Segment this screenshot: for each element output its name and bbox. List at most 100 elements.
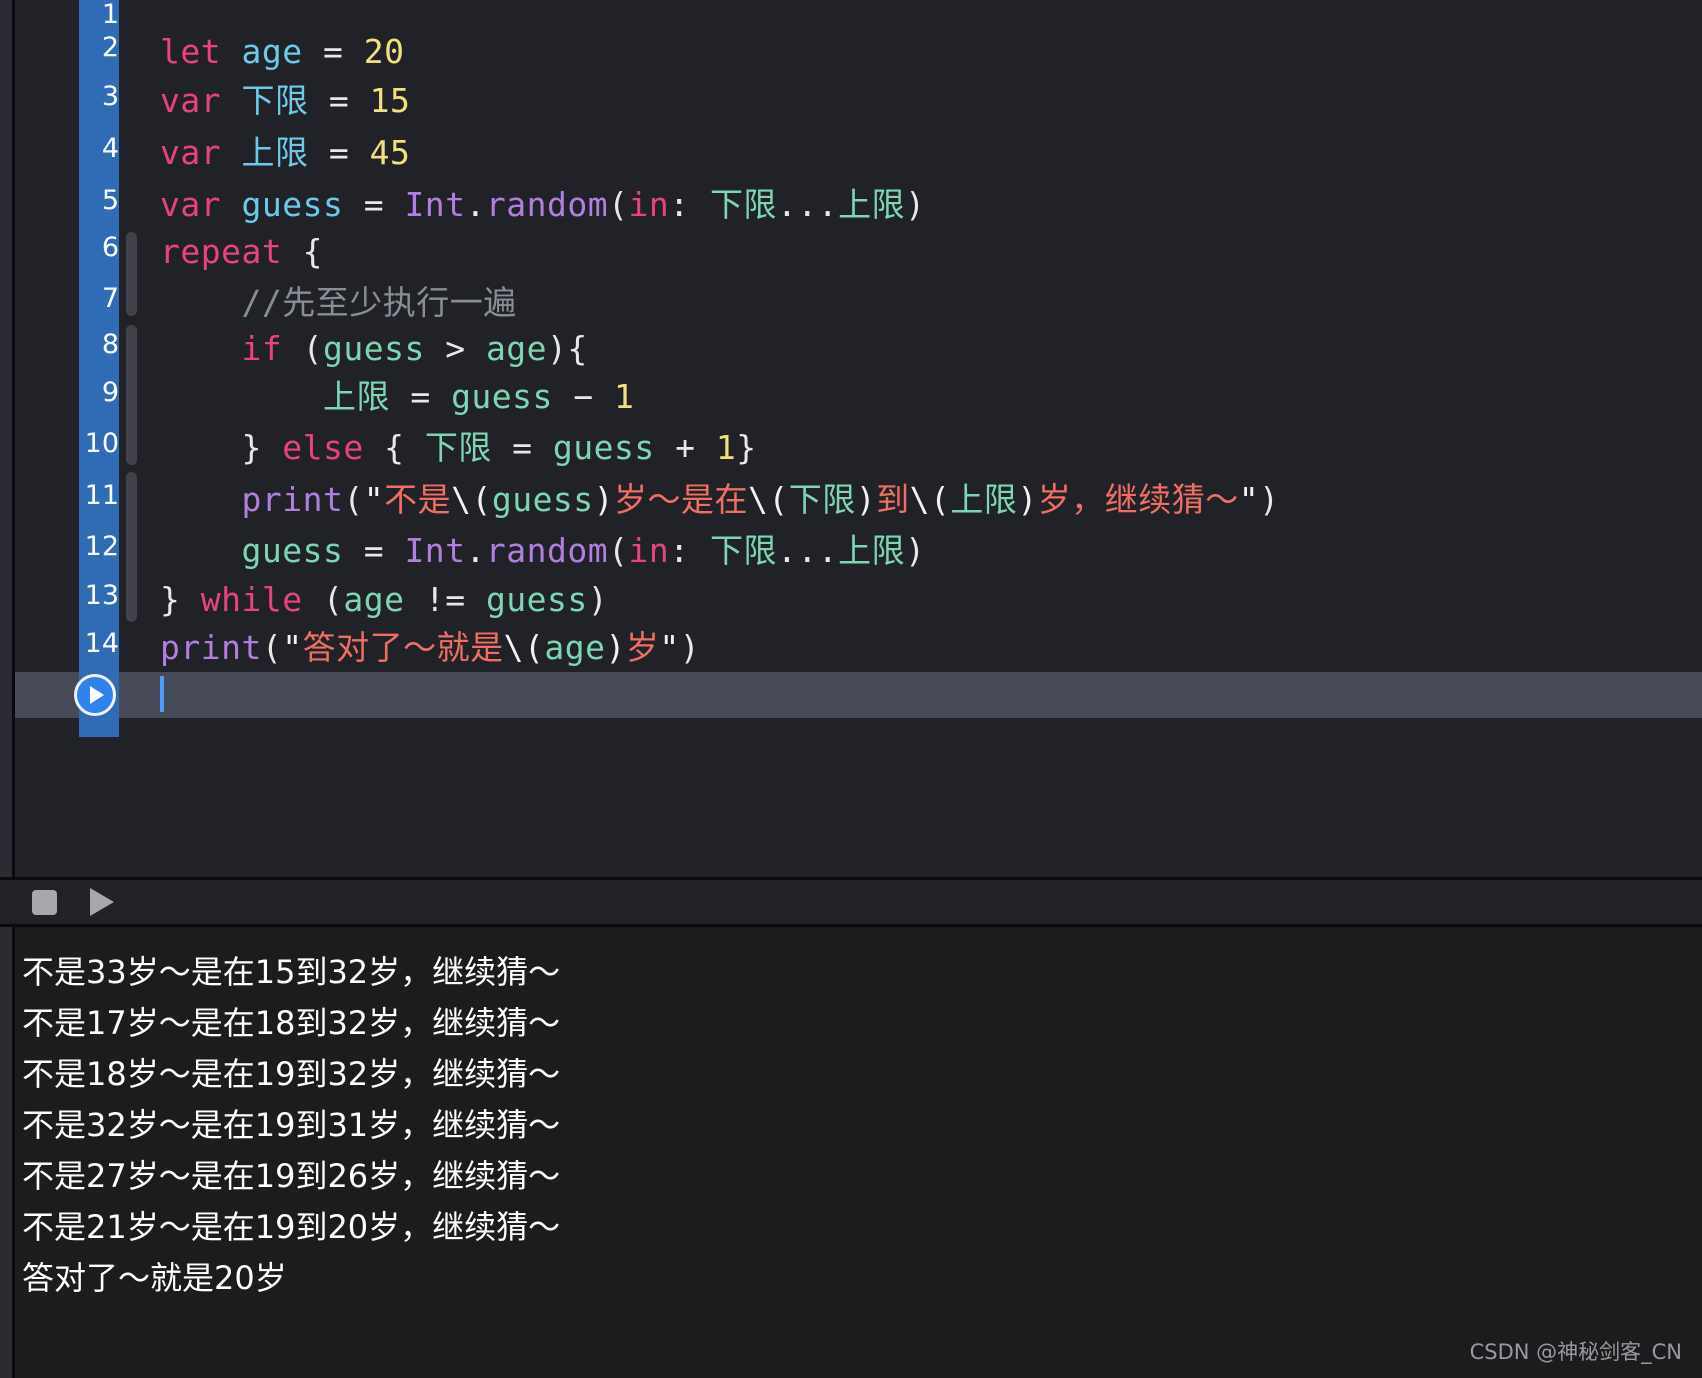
code-token: age [343, 580, 405, 619]
run-playground-button[interactable] [74, 674, 116, 716]
code-token: 下限 [424, 428, 492, 467]
code-token: . [465, 185, 486, 224]
code-token: ... [777, 185, 839, 224]
code-token: = [343, 185, 405, 224]
code-token: guess [552, 428, 655, 467]
code-token: 1 [715, 428, 737, 467]
code-token: " [659, 628, 680, 667]
code-line[interactable]: let age = 20 [160, 33, 404, 71]
code-token: } [736, 428, 757, 467]
code-token: print [160, 628, 262, 667]
line-number: 9 [101, 377, 119, 408]
code-token: ( [261, 628, 283, 667]
code-token: age [241, 32, 303, 71]
code-token: Int [404, 185, 466, 224]
code-token: age [544, 628, 606, 667]
code-line[interactable]: if (guess > age){ [160, 330, 588, 368]
console-left-edge [0, 927, 12, 1378]
line-number: 8 [101, 329, 119, 360]
code-token: " [1238, 480, 1260, 519]
code-token: 岁〜是在 [614, 480, 749, 519]
code-token: ) [593, 480, 615, 519]
line-number: 1 [101, 0, 119, 30]
code-token: //先至少执行一遍 [160, 283, 517, 322]
code-token: 上限 [838, 185, 906, 224]
line-number: 6 [101, 232, 119, 263]
console-output-list: 不是33岁〜是在15到32岁，继续猜〜 不是17岁〜是在18到32岁，继续猜〜 不是… [22, 947, 1702, 1304]
code-token: Int [404, 531, 466, 570]
code-line[interactable]: 上限 = guess − 1 [160, 378, 634, 416]
code-fold-indicator[interactable] [126, 325, 137, 465]
code-token: : [669, 185, 711, 224]
code-token: ){ [547, 329, 588, 368]
code-line[interactable]: } else { 下限 = guess + 1} [160, 429, 757, 467]
code-token: > [424, 329, 486, 368]
code-line[interactable]: print("不是\(guess)岁〜是在\(下限)到\(上限)岁，继续猜〜") [160, 481, 1280, 519]
code-token: 下限 [788, 480, 856, 519]
code-token: var [160, 185, 242, 224]
code-token: in [628, 185, 670, 224]
code-token: if [241, 329, 283, 368]
code-token: 答对了〜就是 [302, 628, 504, 667]
code-token: 不是 [384, 480, 452, 519]
code-token: " [363, 480, 385, 519]
code-token: while [200, 580, 303, 619]
code-line[interactable]: guess = Int.random(in: 下限...上限) [160, 532, 926, 570]
line-number: 10 [84, 428, 119, 459]
code-token: guess [451, 377, 553, 416]
console-output-line: 答对了〜就是20岁 [22, 1259, 287, 1297]
code-token: = [308, 81, 370, 120]
line-number: 13 [84, 580, 119, 611]
code-line[interactable]: var 上限 = 45 [160, 134, 410, 172]
code-token: = [491, 428, 553, 467]
code-fold-indicator[interactable] [126, 232, 137, 316]
code-token: 上限 [241, 133, 309, 172]
stop-square-icon[interactable] [32, 889, 57, 915]
code-token: != [404, 580, 486, 619]
code-token: 上限 [950, 480, 1018, 519]
code-token: + [654, 428, 716, 467]
code-token: = [343, 531, 405, 570]
code-token: 下限 [241, 81, 309, 120]
code-token: 到 [876, 480, 910, 519]
code-token: var [160, 133, 242, 172]
code-editor-pane[interactable]: 1 2 3 4 5 6 7 8 9 10 11 12 13 14 let age = 20 var 下限 =… [0, 0, 1702, 877]
code-fold-indicator[interactable] [126, 472, 137, 622]
code-token: 岁 [625, 628, 660, 667]
code-token: ) [905, 185, 926, 224]
code-token: = [389, 377, 452, 416]
editor-left-border [12, 0, 15, 877]
code-line[interactable]: print("答对了〜就是\(age)岁") [160, 629, 700, 667]
console-output-line: 不是21岁〜是在19到20岁，继续猜〜 [22, 1208, 561, 1246]
code-token: 45 [369, 133, 411, 172]
code-token: ( [608, 531, 629, 570]
code-line[interactable]: } while (age != guess) [160, 581, 608, 619]
code-token: { [363, 428, 425, 467]
code-line[interactable]: repeat { [160, 233, 323, 271]
code-token: else [282, 428, 364, 467]
code-token: \( [909, 480, 951, 519]
code-token: guess [241, 531, 344, 570]
code-token: 下限 [710, 185, 778, 224]
code-token: ) [679, 628, 701, 667]
code-token: 15 [369, 81, 411, 120]
active-line-highlight [15, 672, 1702, 718]
window-left-edge [0, 0, 12, 877]
code-token: − [552, 377, 615, 416]
code-line[interactable]: //先至少执行一遍 [160, 284, 517, 322]
console-output-pane[interactable]: 不是33岁〜是在15到32岁，继续猜〜 不是17岁〜是在18到32岁，继续猜〜 不是… [0, 927, 1702, 1378]
code-token: \( [451, 480, 492, 519]
play-triangle-icon[interactable] [90, 888, 114, 916]
code-token: ( [343, 480, 364, 519]
code-line[interactable]: var 下限 = 15 [160, 82, 410, 120]
text-caret [160, 676, 164, 712]
code-line[interactable]: var guess = Int.random(in: 下限...上限) [160, 186, 926, 224]
console-toolbar[interactable] [0, 877, 1702, 927]
watermark: CSDN @神秘剑客_CN [1469, 1340, 1682, 1364]
code-token: 上限 [322, 377, 390, 416]
code-token: in [628, 531, 670, 570]
code-token: ( [282, 329, 323, 368]
line-number: 3 [101, 81, 119, 112]
